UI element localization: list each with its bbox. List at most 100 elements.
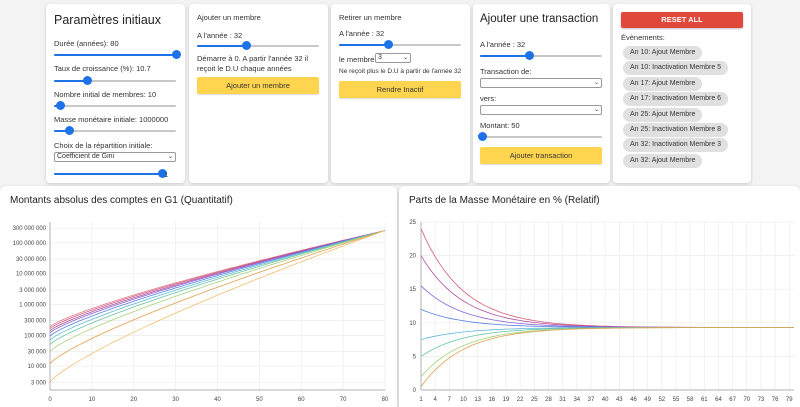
event-chip[interactable]: An 10: Inactivation Membre 5 — [623, 61, 729, 75]
x-tick-label: 67 — [729, 397, 736, 403]
params-title: Paramètres initiaux — [54, 13, 161, 27]
x-tick-label: 70 — [340, 397, 347, 403]
x-tick-label: 25 — [531, 397, 538, 403]
series-line — [420, 228, 794, 328]
x-tick-label: 37 — [588, 397, 595, 403]
events-title: Évènements: — [621, 33, 665, 42]
add-transaction-button[interactable]: Ajouter transaction — [480, 147, 602, 164]
y-tick-label: 300 000 000 — [13, 226, 47, 232]
x-tick-label: 55 — [673, 397, 680, 403]
y-tick-label: 10 — [409, 321, 416, 327]
x-tick-label: 80 — [382, 397, 389, 403]
y-tick-label: 1 000 000 — [19, 303, 46, 309]
series-line — [420, 327, 794, 387]
x-tick-label: 52 — [658, 397, 665, 403]
y-tick-label: 15 — [409, 287, 416, 293]
event-chip[interactable]: An 25: Ajout Membre — [623, 108, 703, 122]
absolute-chart-card: Montants absolus des comptes en G1 (Quan… — [0, 186, 397, 407]
absolute-chart: 3 000 10 000 30 000 100 000 300 000 1 000 000… — [13, 222, 389, 403]
y-tick-label: 300 000 — [24, 319, 46, 325]
transaction-amount-slider[interactable] — [478, 132, 602, 142]
y-tick-label: 25 — [409, 220, 416, 226]
series-line — [420, 255, 794, 328]
mass-label: Masse monétaire initiale: 1000000 — [54, 115, 169, 124]
event-chip[interactable]: An 32: Inactivation Membre 3 — [623, 138, 729, 152]
remove-member-note: Ne reçoit plus le D.U à partir de l'anné… — [339, 68, 462, 75]
x-tick-label: 22 — [517, 397, 524, 403]
event-chip[interactable]: An 10: Ajout Membre — [623, 46, 703, 60]
x-tick-label: 61 — [701, 397, 708, 403]
add-member-button[interactable]: Ajouter un membre — [197, 77, 319, 94]
transaction-title: Ajouter une transaction — [480, 13, 599, 25]
x-tick-label: 73 — [758, 397, 765, 403]
x-tick-label: 49 — [644, 397, 651, 403]
relative-chart-card: Parts de la Masse Monétaire en % (Relati… — [399, 186, 800, 407]
growth-slider[interactable] — [54, 76, 176, 86]
gini-value: 1 — [164, 170, 169, 179]
event-chip[interactable]: An 32: Ajout Membre — [623, 154, 703, 168]
y-tick-label: 0 — [413, 388, 417, 394]
members-label: Nombre initial de membres: 10 — [54, 90, 157, 99]
y-tick-label: 5 — [413, 354, 417, 360]
y-tick-label: 30 000 000 — [16, 257, 47, 263]
event-chip[interactable]: An 17: Inactivation Membre 6 — [623, 92, 729, 106]
reset-all-button[interactable]: RESET ALL — [621, 12, 743, 28]
series-line — [420, 327, 794, 340]
y-tick-label: 3 000 — [31, 380, 47, 386]
x-tick-label: 46 — [630, 397, 637, 403]
x-tick-label: 40 — [214, 397, 221, 403]
chevron-down-icon: ⌄ — [593, 80, 599, 86]
x-tick-label: 7 — [448, 397, 452, 403]
repartition-label: Choix de la répartition initiale: — [54, 141, 153, 150]
make-inactive-button[interactable]: Rendre Inactif — [339, 81, 461, 98]
params-card: Paramètres initiaux Durée (années): 80 T… — [46, 4, 185, 183]
x-tick-label: 79 — [786, 397, 793, 403]
y-tick-label: 10 000 — [28, 364, 47, 370]
duration-slider[interactable] — [54, 50, 181, 60]
x-tick-label: 30 — [172, 397, 179, 403]
relative-chart: 0 5 10 15 20 25 1 4 7 10 13 16 19 22 25 28 31 34 37 40 43 46 4… — [409, 220, 794, 403]
duration-label: Durée (années): 80 — [54, 39, 119, 48]
members-slider[interactable] — [54, 101, 176, 111]
mass-slider[interactable] — [54, 126, 176, 136]
chevron-down-icon: ⌄ — [593, 107, 599, 113]
transaction-card: Ajouter une transaction A l'année : 32 T… — [473, 4, 610, 183]
x-tick-label: 60 — [298, 397, 305, 403]
x-tick-label: 10 — [460, 397, 467, 403]
y-tick-label: 20 — [409, 254, 416, 260]
chevron-down-icon: ⌄ — [167, 154, 173, 160]
event-chip[interactable]: An 25: Inactivation Membre 8 — [623, 123, 729, 137]
add-member-card: Ajouter un membre A l'année : 32 Démarre… — [189, 4, 328, 183]
repartition-value: Coefficient de Gini — [57, 153, 115, 160]
transaction-year-slider[interactable] — [480, 51, 602, 61]
growth-label: Taux de croissance (%): 10.7 — [54, 64, 151, 73]
remove-member-year-label: A l'année : 32 — [339, 29, 385, 38]
remove-member-year-slider[interactable] — [339, 40, 461, 50]
transaction-to-select[interactable]: ⌄ — [480, 105, 602, 115]
add-member-note: Démarre à 0. A partir l'année 32 il reço… — [197, 54, 309, 73]
repartition-select[interactable]: Coefficient de Gini ⌄ — [54, 152, 176, 162]
remove-member-select-label: le membre: — [339, 55, 377, 64]
remove-member-select[interactable]: 3 ⌄ — [375, 53, 411, 63]
y-tick-label: 10 000 000 — [16, 272, 47, 278]
y-tick-label: 30 000 — [28, 349, 47, 355]
transaction-year-label: A l'année : 32 — [480, 40, 526, 49]
x-tick-label: 10 — [89, 397, 96, 403]
gini-slider[interactable] — [54, 169, 167, 179]
event-chip[interactable]: An 17: Ajout Membre — [623, 77, 703, 91]
transaction-from-select[interactable]: ⌄ — [480, 78, 602, 88]
x-tick-label: 70 — [743, 397, 750, 403]
x-tick-label: 16 — [488, 397, 495, 403]
x-tick-label: 13 — [474, 397, 481, 403]
transaction-from-label: Transaction de: — [480, 67, 532, 76]
add-member-year-slider[interactable] — [197, 41, 319, 51]
x-tick-label: 64 — [715, 397, 722, 403]
add-member-year-label: A l'année : 32 — [197, 31, 243, 40]
x-tick-label: 19 — [503, 397, 510, 403]
events-card: RESET ALL Évènements: An 10: Ajout Membr… — [613, 4, 751, 183]
series-line — [420, 309, 794, 328]
y-tick-label: 100 000 000 — [13, 241, 47, 247]
chevron-down-icon: ⌄ — [402, 55, 408, 61]
x-tick-label: 50 — [256, 397, 263, 403]
y-tick-label: 3 000 000 — [19, 288, 46, 294]
